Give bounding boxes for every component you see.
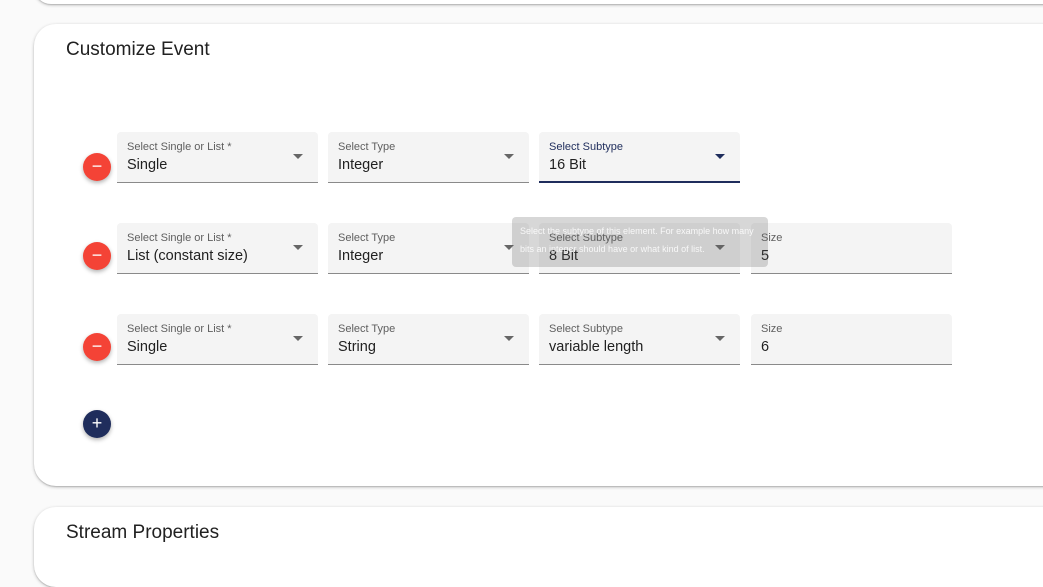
dropdown-arrow-icon <box>293 336 303 341</box>
field-label: Select Single or List * <box>127 141 232 153</box>
type-select[interactable]: Select Type String <box>328 314 529 365</box>
single-or-list-select[interactable]: Select Single or List * Single <box>117 314 318 365</box>
remove-row-button[interactable]: − <box>83 333 111 361</box>
field-label: Size <box>761 323 783 335</box>
single-or-list-select[interactable]: Select Single or List * Single <box>117 132 318 183</box>
dropdown-arrow-icon <box>293 245 303 250</box>
dropdown-arrow-icon <box>293 154 303 159</box>
field-value: 6 <box>761 339 770 355</box>
minus-icon: − <box>91 336 103 356</box>
type-select[interactable]: Select Type Integer <box>328 223 529 274</box>
field-value: Integer <box>338 157 384 173</box>
dropdown-arrow-icon <box>504 336 514 341</box>
stream-properties-title: Stream Properties <box>66 522 220 543</box>
stream-properties-card: Stream Properties <box>34 507 1043 587</box>
subtype-select[interactable]: Select Subtype variable length <box>539 314 740 365</box>
field-value: 16 Bit <box>549 157 587 173</box>
field-value: Single <box>127 339 168 355</box>
add-row-button[interactable]: + <box>83 410 111 438</box>
field-label: Select Type <box>338 323 396 335</box>
subtype-tooltip: Select the subtype of this element. For … <box>512 217 768 267</box>
field-label: Select Subtype <box>549 141 623 153</box>
minus-icon: − <box>91 245 103 265</box>
field-label: Select Single or List * <box>127 232 232 244</box>
size-input[interactable]: Size 6 <box>751 314 952 365</box>
field-value: List (constant size) <box>127 248 248 264</box>
size-input[interactable]: Size 5 <box>751 223 952 274</box>
field-value: String <box>338 339 376 355</box>
minus-icon: − <box>91 156 103 176</box>
plus-icon: + <box>91 413 103 433</box>
field-value: variable length <box>549 339 644 355</box>
single-or-list-select[interactable]: Select Single or List * List (constant s… <box>117 223 318 274</box>
dropdown-arrow-icon <box>715 154 725 159</box>
field-label: Select Single or List * <box>127 323 232 335</box>
dropdown-arrow-icon <box>504 154 514 159</box>
customize-event-title: Customize Event <box>66 39 210 60</box>
dropdown-arrow-icon <box>715 336 725 341</box>
field-label: Select Subtype <box>549 323 623 335</box>
previous-section-card <box>34 0 1043 4</box>
remove-row-button[interactable]: − <box>83 242 111 270</box>
field-value: Single <box>127 157 168 173</box>
type-select[interactable]: Select Type Integer <box>328 132 529 183</box>
subtype-select[interactable]: Select Subtype 16 Bit <box>539 132 740 183</box>
remove-row-button[interactable]: − <box>83 153 111 181</box>
field-label: Select Type <box>338 232 396 244</box>
field-label: Select Type <box>338 141 396 153</box>
field-value: Integer <box>338 248 384 264</box>
